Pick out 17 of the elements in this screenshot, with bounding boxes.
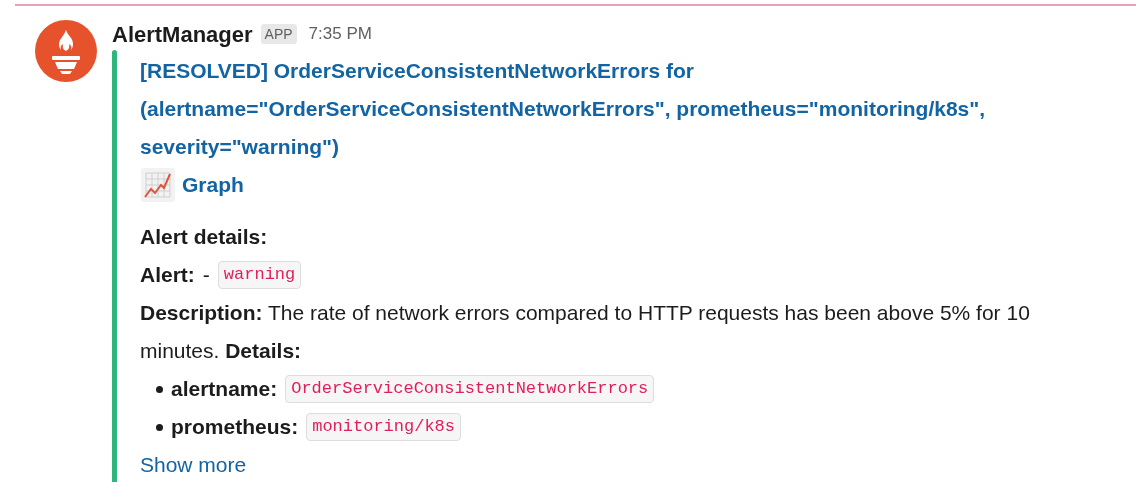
alert-label: Alert: xyxy=(140,262,195,288)
alert-title-link[interactable]: [RESOLVED] OrderServiceConsistentNetworkErrors for (alertname="OrderServiceConsistentNetworkErrors", prometheus="monitoring/k8s", severity="warning") xyxy=(140,50,1100,166)
message-time: 7:35 PM xyxy=(308,23,372,46)
sender-name[interactable]: AlertManager xyxy=(112,17,253,51)
label-key: alertname: xyxy=(171,370,278,408)
code-snippet: monitoring/k8s xyxy=(306,413,461,441)
label-key: prometheus: xyxy=(171,408,299,446)
show-more-link[interactable]: Show more xyxy=(140,446,1110,482)
flame-logo-icon xyxy=(35,20,97,82)
code-snippet: warning xyxy=(217,261,302,289)
graph-link[interactable]: Graph xyxy=(182,166,244,204)
details-heading: Alert details: xyxy=(140,224,269,250)
code-snippet: OrderServiceConsistentNetworkErrors xyxy=(285,375,655,403)
app-tag: APP xyxy=(260,24,297,44)
chart-increasing-icon xyxy=(140,167,176,203)
alert-separator: - xyxy=(202,262,210,288)
description-text: Description: The rate of network errors compared to HTTP requests has been above 5% for 10 minutes. Details: xyxy=(140,300,1031,364)
